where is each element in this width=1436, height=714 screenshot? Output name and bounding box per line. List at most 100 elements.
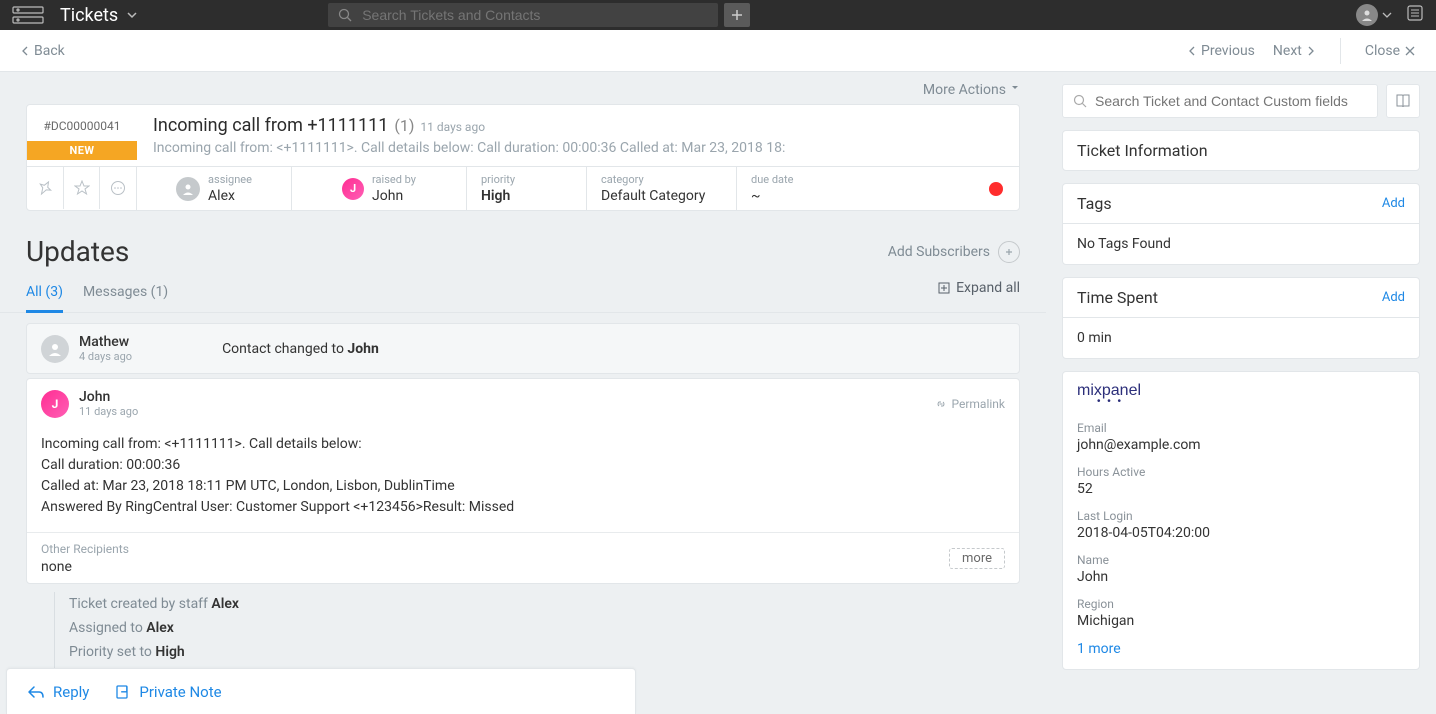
private-note-button[interactable]: Private Note [115, 683, 221, 701]
mixpanel-hours-value: 52 [1077, 481, 1405, 497]
mixpanel-region-label: Region [1077, 597, 1405, 611]
next-button[interactable]: Next [1273, 43, 1316, 59]
close-label: Close [1365, 43, 1400, 59]
priority-field[interactable]: priority High [467, 167, 587, 210]
top-bar: Tickets [0, 0, 1436, 30]
add-time-button[interactable]: Add [1382, 290, 1405, 305]
global-search[interactable] [328, 3, 718, 27]
add-subscribers-label: Add Subscribers [888, 244, 990, 260]
sidebar-search[interactable] [1062, 84, 1378, 118]
ellipsis-icon [110, 180, 126, 196]
due-date-label: due date [751, 173, 1005, 186]
tags-panel: Tags Add No Tags Found [1062, 183, 1420, 265]
activity-item[interactable]: Mathew 4 days ago Contact changed to Joh… [26, 323, 1020, 374]
message-age: 11 days ago [79, 405, 138, 418]
global-search-input[interactable] [362, 7, 708, 23]
status-badge: NEW [27, 141, 137, 160]
category-value: Default Category [601, 188, 722, 204]
previous-button[interactable]: Previous [1187, 43, 1255, 59]
other-recipients-value: none [41, 559, 129, 575]
timeline-item: Assigned to Alex [69, 616, 1020, 640]
add-tag-button[interactable]: Add [1382, 196, 1405, 211]
tags-body: No Tags Found [1063, 224, 1419, 264]
due-date-value: ~ [751, 188, 1005, 204]
search-icon [338, 8, 352, 22]
activity-age: 4 days ago [79, 350, 132, 363]
user-avatar-icon [1356, 4, 1378, 26]
ticket-information-panel[interactable]: Ticket Information [1062, 130, 1420, 171]
assignee-field[interactable]: assignee Alex [137, 167, 292, 210]
reply-icon [27, 685, 45, 699]
mixpanel-login-value: 2018-04-05T04:20:00 [1077, 525, 1405, 541]
knowledge-base-button[interactable] [1386, 84, 1420, 118]
sidebar-search-input[interactable] [1095, 93, 1367, 109]
tab-messages[interactable]: Messages (1) [83, 274, 168, 312]
reply-label: Reply [53, 683, 89, 701]
caret-down-icon [1010, 82, 1020, 92]
mixpanel-login-label: Last Login [1077, 509, 1405, 523]
mixpanel-region-value: Michigan [1077, 613, 1405, 629]
expand-all-label: Expand all [956, 280, 1020, 296]
back-button[interactable]: Back [20, 43, 65, 59]
contact-avatar: J [342, 178, 364, 200]
timeline-item: Priority set to High [69, 640, 1020, 664]
raised-by-field[interactable]: J raised by John [292, 167, 467, 210]
ticket-title: Incoming call from +1111111 [153, 115, 388, 136]
updates-tabs: All (3) Messages (1) Expand all [0, 274, 1046, 313]
expand-all-button[interactable]: Expand all [938, 280, 1020, 296]
mixpanel-more-link[interactable]: 1 more [1077, 641, 1405, 657]
more-options-button[interactable] [100, 167, 136, 209]
user-avatar-icon [176, 177, 200, 201]
assignee-value: Alex [208, 188, 252, 204]
due-date-field[interactable]: due date ~ [737, 167, 1019, 210]
more-button[interactable]: more [949, 548, 1005, 569]
pin-icon [37, 180, 53, 196]
app-logo-icon [12, 6, 44, 24]
close-icon [1404, 45, 1416, 57]
tags-title: Tags [1077, 194, 1112, 213]
reply-footer: Reply Private Note [6, 668, 636, 714]
mixpanel-name-label: Name [1077, 553, 1405, 567]
star-button[interactable] [64, 167, 101, 209]
tab-all[interactable]: All (3) [26, 274, 63, 313]
mixpanel-panel: mixpanel • • • Emailjohn@example.com Hou… [1062, 371, 1420, 670]
mixpanel-hours-label: Hours Active [1077, 465, 1405, 479]
time-spent-title: Time Spent [1077, 288, 1158, 307]
sidebar: Ticket Information Tags Add No Tags Foun… [1046, 72, 1436, 714]
expand-icon [938, 282, 950, 294]
message-body: Incoming call from: <+1111111>. Call det… [27, 428, 1019, 532]
permalink-label: Permalink [951, 397, 1005, 411]
mixpanel-email-label: Email [1077, 421, 1405, 435]
assignee-label: assignee [208, 173, 252, 186]
contact-avatar: J [41, 390, 69, 418]
raised-by-label: raised by [372, 173, 416, 186]
chevron-left-icon [1187, 46, 1197, 56]
message-item: J John 11 days ago Permalink Incoming ca… [26, 378, 1020, 584]
ticket-age: 11 days ago [420, 120, 485, 134]
reply-button[interactable]: Reply [27, 683, 89, 701]
secondary-bar: Back Previous Next Close [0, 30, 1436, 72]
plus-circle-icon [998, 241, 1020, 263]
module-dropdown[interactable]: Tickets [60, 5, 138, 26]
timeline-item: Ticket created by staff Alex [69, 592, 1020, 616]
library-icon[interactable] [1406, 4, 1424, 26]
close-button[interactable]: Close [1365, 43, 1416, 59]
chevron-right-icon [1306, 46, 1316, 56]
category-field[interactable]: category Default Category [587, 167, 737, 210]
search-icon [1073, 94, 1087, 108]
add-button[interactable] [724, 3, 750, 27]
profile-menu[interactable] [1356, 4, 1392, 26]
ticket-id: #DC00000041 [43, 105, 120, 141]
pin-button[interactable] [27, 167, 64, 209]
time-spent-value: 0 min [1063, 318, 1419, 358]
add-subscribers-button[interactable]: Add Subscribers [888, 241, 1020, 263]
permalink-button[interactable]: Permalink [935, 397, 1005, 411]
more-actions-label: More Actions [923, 82, 1006, 98]
ticket-count: (1) [394, 116, 414, 135]
chevron-down-icon [126, 5, 138, 26]
more-actions-menu[interactable]: More Actions [0, 72, 1046, 104]
status-dot-icon [989, 182, 1003, 196]
chevron-left-icon [20, 46, 30, 56]
raised-by-value: John [372, 188, 416, 204]
category-label: category [601, 173, 722, 186]
